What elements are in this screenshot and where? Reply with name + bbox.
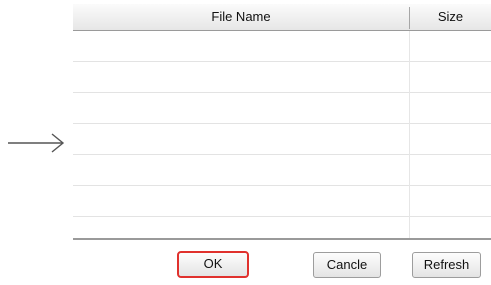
- table-row[interactable]: [73, 93, 491, 124]
- file-name-cell: [73, 217, 409, 239]
- file-name-cell: [73, 124, 409, 154]
- size-cell: [410, 124, 491, 154]
- dialog-button-bar: OK Cancle Refresh: [73, 238, 491, 285]
- ok-button[interactable]: OK: [177, 251, 249, 278]
- size-cell: [410, 31, 491, 61]
- file-name-cell: [73, 62, 409, 92]
- column-header-size[interactable]: Size: [410, 4, 491, 30]
- size-cell: [410, 217, 491, 239]
- table-row[interactable]: [73, 217, 491, 239]
- file-name-cell: [73, 186, 409, 216]
- file-list: [73, 31, 491, 241]
- file-dialog-screen: File Name Size OK Cancle Refresh: [0, 0, 491, 285]
- file-list-panel: File Name Size OK Cancle Refresh: [73, 4, 491, 285]
- file-name-cell: [73, 31, 409, 61]
- table-row[interactable]: [73, 124, 491, 155]
- column-header-file-name[interactable]: File Name: [73, 4, 409, 30]
- size-cell: [410, 62, 491, 92]
- size-cell: [410, 186, 491, 216]
- column-divider: [409, 31, 410, 238]
- file-name-cell: [73, 93, 409, 123]
- right-arrow-icon: [8, 133, 65, 153]
- file-name-cell: [73, 155, 409, 185]
- size-cell: [410, 93, 491, 123]
- table-row[interactable]: [73, 31, 491, 62]
- table-row[interactable]: [73, 62, 491, 93]
- table-row[interactable]: [73, 186, 491, 217]
- refresh-button[interactable]: Refresh: [412, 252, 481, 278]
- size-cell: [410, 155, 491, 185]
- cancel-button[interactable]: Cancle: [313, 252, 381, 278]
- table-header: File Name Size: [73, 4, 491, 31]
- table-row[interactable]: [73, 155, 491, 186]
